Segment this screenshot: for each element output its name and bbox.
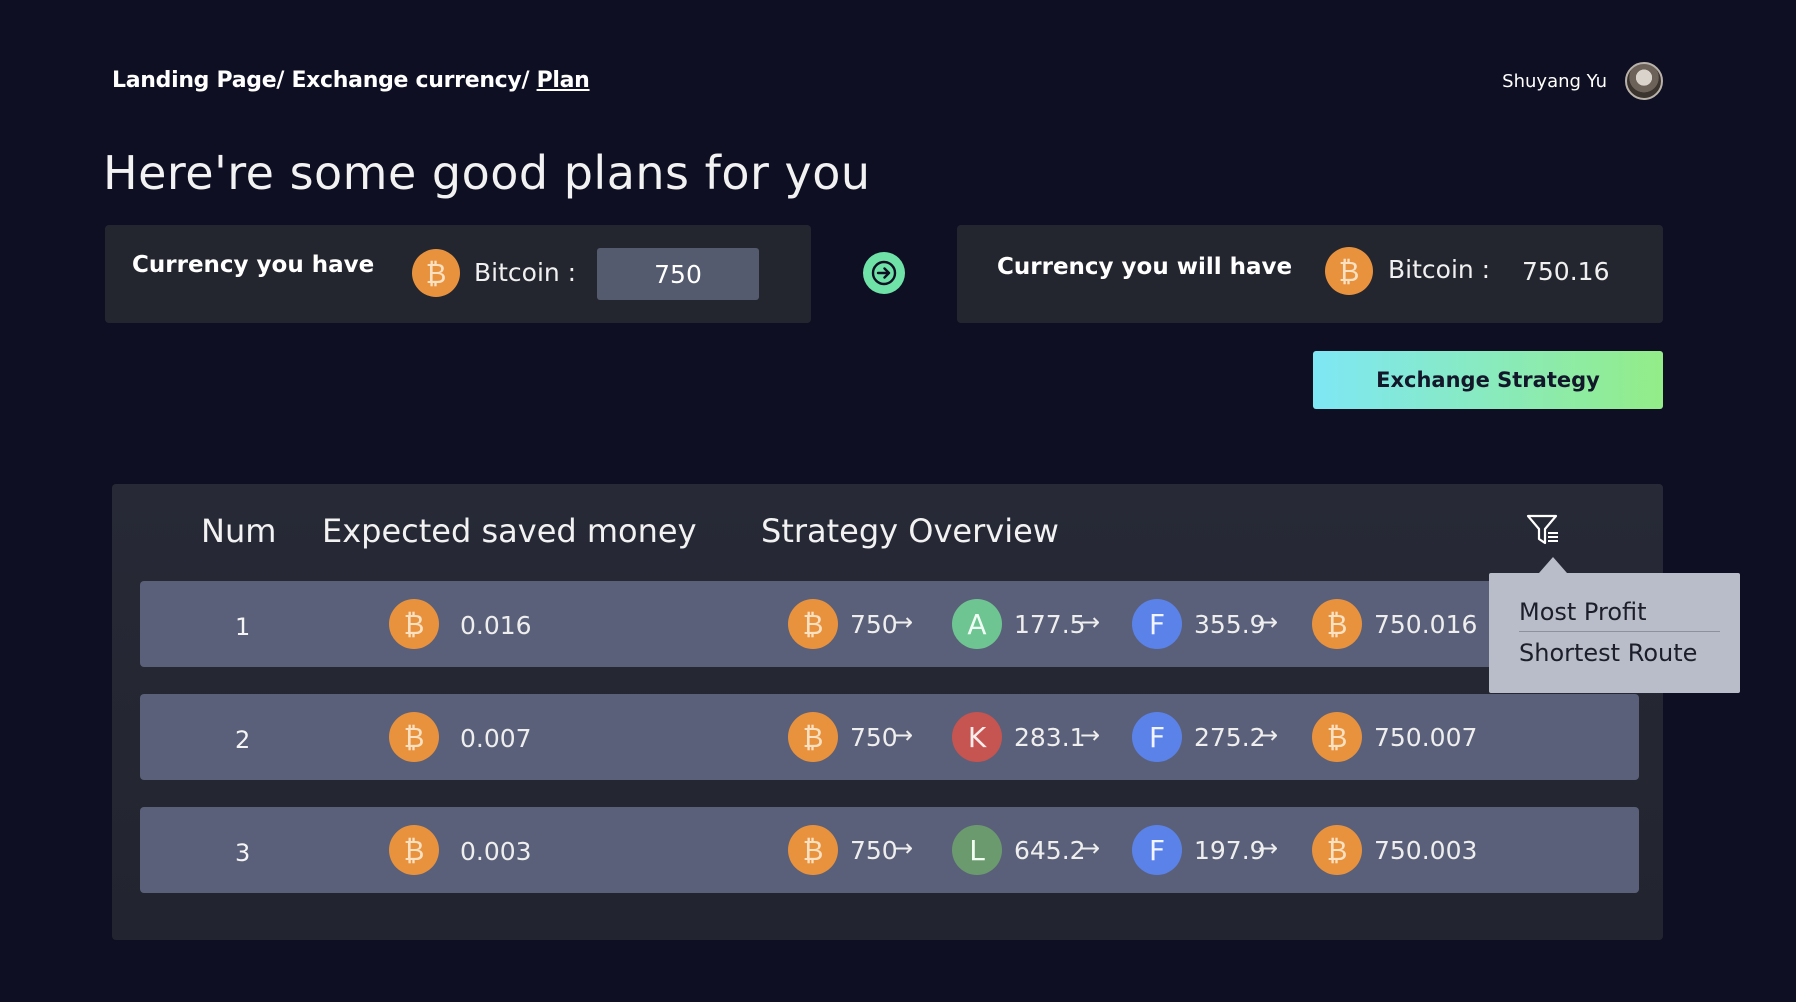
currency-will-have-label: Currency you will have xyxy=(997,254,1293,280)
step-amount: 645.2 xyxy=(1014,835,1086,865)
strategy-table: Num Expected saved money Strategy Overvi… xyxy=(112,484,1663,940)
step-amount: 283.1 xyxy=(1014,722,1086,752)
page-title: Here're some good plans for you xyxy=(103,146,871,200)
currency-will-have-panel: Currency you will have ₿ Bitcoin : 750.1… xyxy=(957,225,1663,323)
step-arrow: → xyxy=(1258,721,1279,749)
strategy-step: K 283.1 xyxy=(952,712,1086,762)
bitcoin-icon: ₿ xyxy=(389,599,439,649)
step-arrow: → xyxy=(1080,721,1101,749)
strategy-step: F 355.9 xyxy=(1132,599,1266,649)
currency-f-icon: F xyxy=(1132,599,1182,649)
row-saved-money: 0.016 xyxy=(460,611,532,640)
header-saved: Expected saved money xyxy=(322,512,697,550)
bitcoin-icon: ₿ xyxy=(788,825,838,875)
step-arrow: → xyxy=(893,834,914,862)
step-arrow: → xyxy=(1080,834,1101,862)
bitcoin-icon: ₿ xyxy=(1312,599,1362,649)
bitcoin-icon: ₿ xyxy=(1325,247,1373,295)
step-arrow: → xyxy=(1258,608,1279,636)
user-menu[interactable]: Shuyang Yu xyxy=(1502,62,1663,100)
step-arrow: → xyxy=(1258,834,1279,862)
currency-a-icon: A xyxy=(952,599,1002,649)
strategy-step: ₿ 750.007 xyxy=(1312,712,1477,762)
currency-will-have-name: Bitcoin : xyxy=(1388,255,1491,284)
step-amount: 355.9 xyxy=(1194,609,1266,639)
arrow-right-icon xyxy=(871,260,897,286)
sort-dropdown: Most Profit Shortest Route xyxy=(1489,557,1740,693)
row-saved-money: 0.003 xyxy=(460,837,532,866)
table-row[interactable]: 3 ₿ 0.003 ₿ 750 L 645.2 F 197.9 ₿ 750.003 → → → xyxy=(140,807,1639,893)
currency-f-icon: F xyxy=(1132,825,1182,875)
bitcoin-icon: ₿ xyxy=(412,249,460,297)
strategy-step: A 177.5 xyxy=(952,599,1086,649)
sort-option-shortest-route[interactable]: Shortest Route xyxy=(1519,639,1697,667)
breadcrumb-plan[interactable]: Plan xyxy=(537,68,590,93)
strategy-step: F 275.2 xyxy=(1132,712,1266,762)
convert-button[interactable] xyxy=(863,252,905,294)
step-arrow: → xyxy=(893,721,914,749)
currency-have-name: Bitcoin : xyxy=(474,258,577,287)
table-row[interactable]: 2 ₿ 0.007 ₿ 750 K 283.1 F 275.2 ₿ 750.007 → → → xyxy=(140,694,1639,780)
step-amount: 177.5 xyxy=(1014,609,1086,639)
currency-f-icon: F xyxy=(1132,712,1182,762)
table-row[interactable]: 1 ₿ 0.016 ₿ 750 A 177.5 F 355.9 ₿ 750.016 → → → xyxy=(140,581,1639,667)
currency-will-have-amount: 750.16 xyxy=(1522,257,1610,286)
step-amount: 750.003 xyxy=(1374,835,1478,865)
currency-have-panel: Currency you have ₿ Bitcoin : xyxy=(105,225,811,323)
exchange-strategy-button[interactable]: Exchange Strategy xyxy=(1313,351,1663,409)
step-amount: 750 xyxy=(850,722,898,752)
bitcoin-icon: ₿ xyxy=(1312,712,1362,762)
breadcrumb-landing-page[interactable]: Landing Page/ xyxy=(112,68,284,93)
header-overview: Strategy Overview xyxy=(761,512,1059,550)
step-amount: 275.2 xyxy=(1194,722,1266,752)
sort-separator xyxy=(1519,631,1720,632)
strategy-step: F 197.9 xyxy=(1132,825,1266,875)
strategy-step: ₿ 750.016 xyxy=(1312,599,1477,649)
bitcoin-icon: ₿ xyxy=(1312,825,1362,875)
bitcoin-icon: ₿ xyxy=(788,599,838,649)
filter-icon[interactable] xyxy=(1525,512,1561,548)
avatar[interactable] xyxy=(1625,62,1663,100)
amount-input[interactable] xyxy=(597,248,759,300)
row-num: 1 xyxy=(235,613,251,641)
strategy-step: ₿ 750 xyxy=(788,712,898,762)
step-arrow: → xyxy=(1080,608,1101,636)
user-name: Shuyang Yu xyxy=(1502,70,1607,92)
row-num: 2 xyxy=(235,726,251,754)
currency-k-icon: K xyxy=(952,712,1002,762)
header-num: Num xyxy=(201,512,277,550)
step-amount: 197.9 xyxy=(1194,835,1266,865)
currency-have-label: Currency you have xyxy=(132,252,375,278)
bitcoin-icon: ₿ xyxy=(389,825,439,875)
strategy-step: ₿ 750 xyxy=(788,599,898,649)
step-amount: 750.016 xyxy=(1374,609,1478,639)
sort-option-most-profit[interactable]: Most Profit xyxy=(1519,598,1647,626)
step-amount: 750.007 xyxy=(1374,722,1478,752)
bitcoin-icon: ₿ xyxy=(389,712,439,762)
breadcrumb-exchange-currency[interactable]: Exchange currency/ xyxy=(291,68,529,93)
step-amount: 750 xyxy=(850,835,898,865)
strategy-step: L 645.2 xyxy=(952,825,1086,875)
row-saved-money: 0.007 xyxy=(460,724,532,753)
step-amount: 750 xyxy=(850,609,898,639)
step-arrow: → xyxy=(893,608,914,636)
breadcrumb: Landing Page/ Exchange currency/ Plan xyxy=(112,68,590,93)
currency-l-icon: L xyxy=(952,825,1002,875)
row-num: 3 xyxy=(235,839,251,867)
strategy-step: ₿ 750 xyxy=(788,825,898,875)
bitcoin-icon: ₿ xyxy=(788,712,838,762)
strategy-step: ₿ 750.003 xyxy=(1312,825,1477,875)
